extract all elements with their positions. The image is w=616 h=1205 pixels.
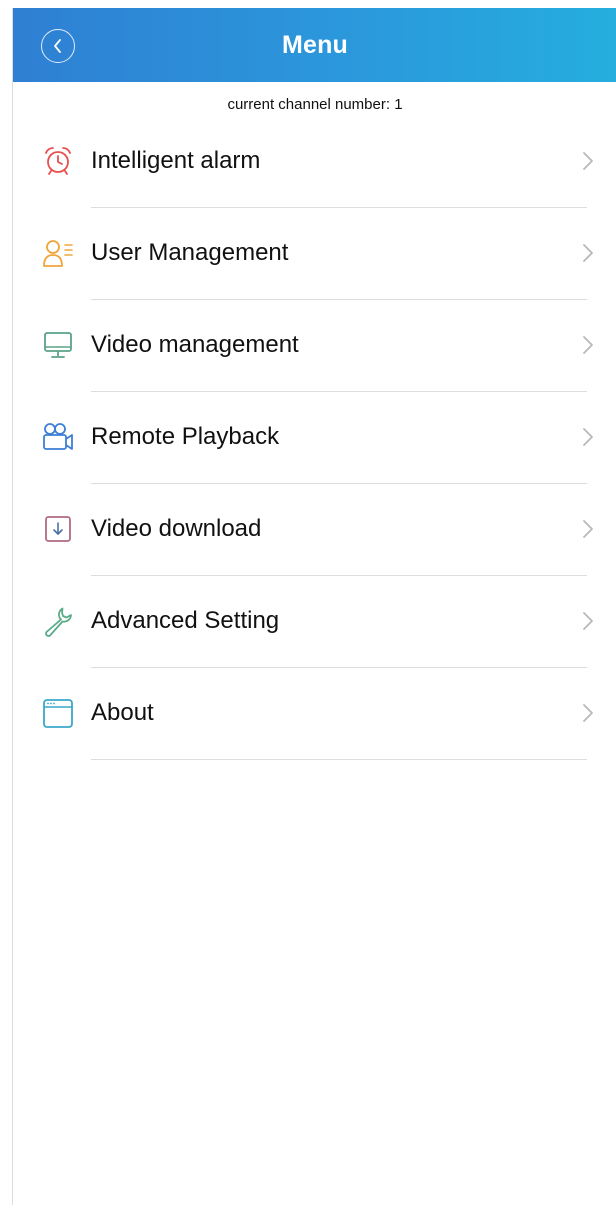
divider xyxy=(91,759,587,760)
menu-item-label: Remote Playback xyxy=(91,423,280,450)
menu-item-video-download[interactable]: Video download xyxy=(13,484,616,576)
menu-item-intelligent-alarm[interactable]: Intelligent alarm xyxy=(13,116,616,208)
chevron-right-icon xyxy=(581,242,595,264)
alarm-clock-icon xyxy=(41,144,75,178)
menu-item-label: Intelligent alarm xyxy=(91,147,261,174)
menu-item-video-management[interactable]: Video management xyxy=(13,300,616,392)
menu-item-remote-playback[interactable]: Remote Playback xyxy=(13,392,616,484)
menu-item-label: Video management xyxy=(91,331,299,358)
browser-window-icon xyxy=(41,696,75,730)
menu-item-label: Advanced Setting xyxy=(91,607,280,634)
video-camera-icon xyxy=(41,420,75,454)
monitor-icon xyxy=(41,328,75,362)
chevron-right-icon xyxy=(581,518,595,540)
chevron-right-icon xyxy=(581,334,595,356)
navigation-bar: Menu xyxy=(13,8,616,82)
app-screen: Menu current channel number: 1 Intellige… xyxy=(12,8,616,1205)
channel-info-text: current channel number: 1 xyxy=(227,96,403,113)
chevron-right-icon xyxy=(581,426,595,448)
menu-item-advanced-setting[interactable]: Advanced Setting xyxy=(13,576,616,668)
chevron-right-icon xyxy=(581,150,595,172)
menu-list: Intelligent alarm User Management Video … xyxy=(13,116,616,760)
menu-item-user-management[interactable]: User Management xyxy=(13,208,616,300)
menu-item-about[interactable]: About xyxy=(13,668,616,760)
menu-item-label: About xyxy=(91,699,154,726)
menu-item-label: User Management xyxy=(91,239,289,266)
chevron-right-icon xyxy=(581,610,595,632)
menu-item-label: Video download xyxy=(91,515,262,542)
wrench-icon xyxy=(41,604,75,638)
chevron-right-icon xyxy=(581,702,595,724)
user-list-icon xyxy=(41,236,75,270)
page-title: Menu xyxy=(281,31,349,59)
download-box-icon xyxy=(41,512,75,546)
